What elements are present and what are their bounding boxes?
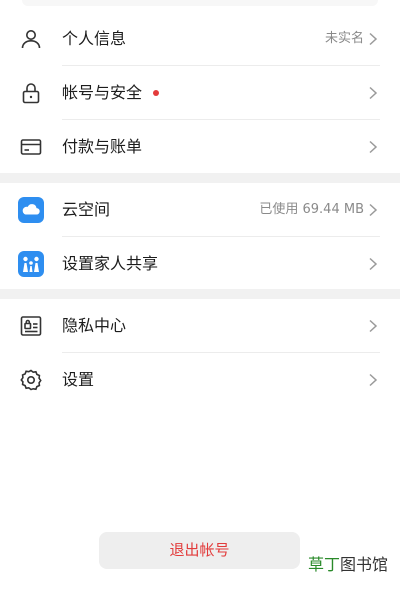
- row-payment-billing[interactable]: 付款与账单: [0, 120, 400, 174]
- card-icon: [18, 134, 44, 160]
- cloud-icon: [18, 197, 44, 223]
- chevron-right-icon: [369, 319, 378, 333]
- account-group: 个人信息 未实名 帐号与安全 付款与账单: [0, 12, 400, 174]
- chevron-right-icon: [369, 32, 378, 46]
- watermark-part-a: 草丁: [307, 555, 340, 574]
- row-label: 帐号与安全: [62, 83, 143, 102]
- row-value: 未实名: [324, 31, 364, 46]
- chevron-right-icon: [369, 373, 378, 387]
- row-label: 云空间: [62, 200, 111, 219]
- row-privacy-center[interactable]: 隐私中心: [0, 299, 400, 353]
- watermark: 草丁图书馆: [305, 553, 390, 577]
- services-group: 云空间 已使用 69.44 MB 设置家人共享: [0, 183, 400, 291]
- top-card-edge: [22, 0, 378, 6]
- notification-dot: [153, 90, 159, 96]
- watermark-part-b: 图书馆: [339, 555, 388, 574]
- chevron-right-icon: [369, 257, 378, 271]
- chevron-right-icon: [369, 140, 378, 154]
- privacy-icon: [18, 313, 44, 339]
- section-separator: [0, 173, 400, 183]
- chevron-right-icon: [369, 203, 378, 217]
- row-label: 隐私中心: [62, 316, 127, 335]
- logout-button[interactable]: 退出帐号: [99, 532, 300, 569]
- section-separator: [0, 289, 400, 299]
- row-cloud-space[interactable]: 云空间 已使用 69.44 MB: [0, 183, 400, 237]
- row-personal-info[interactable]: 个人信息 未实名: [0, 12, 400, 66]
- row-family-sharing[interactable]: 设置家人共享: [0, 237, 400, 291]
- chevron-right-icon: [369, 86, 378, 100]
- family-icon: [18, 251, 44, 277]
- row-label: 个人信息: [62, 29, 127, 48]
- row-label: 设置家人共享: [62, 254, 159, 273]
- row-account-security[interactable]: 帐号与安全: [0, 66, 400, 120]
- row-label: 付款与账单: [62, 137, 143, 156]
- row-settings[interactable]: 设置: [0, 353, 400, 407]
- row-value: 已使用 69.44 MB: [259, 202, 364, 217]
- row-label: 设置: [62, 370, 95, 389]
- gear-icon: [18, 367, 44, 393]
- privacy-settings-group: 隐私中心 设置: [0, 299, 400, 407]
- lock-icon: [18, 80, 44, 106]
- person-icon: [18, 26, 44, 52]
